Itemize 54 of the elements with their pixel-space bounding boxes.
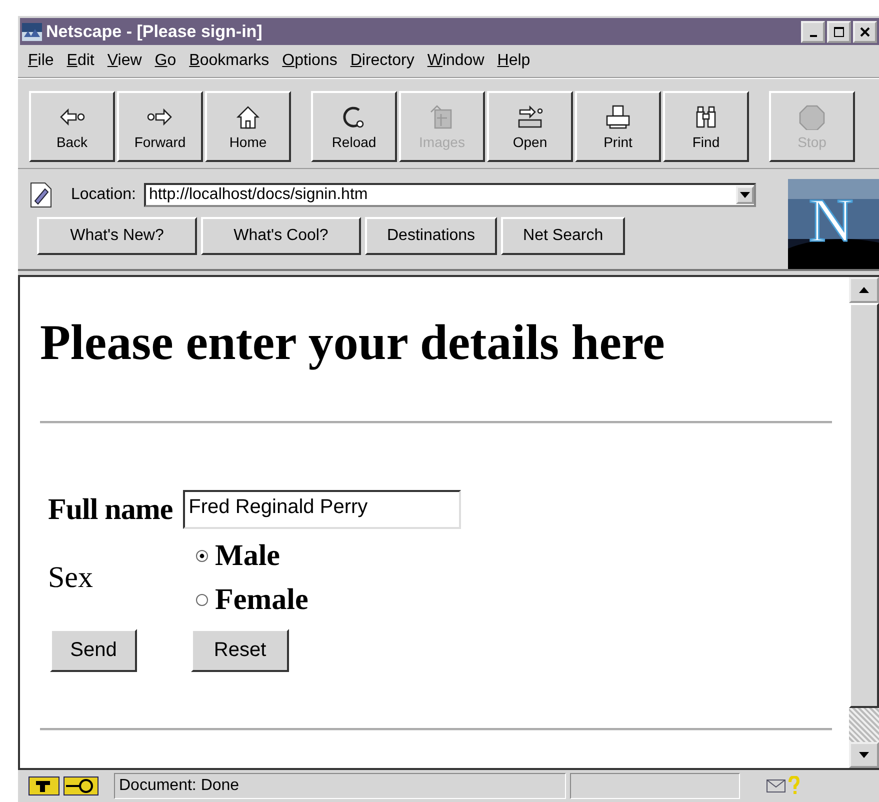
- menu-item[interactable]: Bookmarks: [185, 52, 278, 70]
- menu-item[interactable]: Go: [150, 52, 186, 70]
- field-label: Sex: [48, 561, 94, 595]
- menu-item[interactable]: Edit: [62, 52, 104, 70]
- app-icon: [22, 22, 42, 40]
- toolbar-button[interactable]: Reload: [311, 91, 397, 162]
- toolbar-button[interactable]: Open: [487, 91, 573, 162]
- page-heading: Please enter your details here: [40, 313, 666, 371]
- maximize-button[interactable]: [827, 20, 851, 42]
- location-field[interactable]: http://localhost/docs/signin.htm: [144, 183, 756, 207]
- menu-item[interactable]: Directory: [346, 52, 424, 70]
- menu-item[interactable]: Window: [423, 52, 494, 70]
- directory-button[interactable]: Net Search: [501, 217, 626, 255]
- radio-button[interactable]: [195, 593, 209, 607]
- close-button[interactable]: [853, 20, 877, 42]
- security-icon[interactable]: [28, 775, 100, 797]
- toolbar-button[interactable]: Back: [29, 91, 115, 162]
- toolbar-button[interactable]: Print: [575, 91, 661, 162]
- menu-item[interactable]: Options: [278, 52, 346, 70]
- scroll-thumb[interactable]: [849, 303, 879, 708]
- caret-icon: [740, 192, 750, 198]
- status-text: Document: Done: [114, 773, 566, 799]
- directory-button[interactable]: What's Cool?: [201, 217, 361, 255]
- maximize-icon: [833, 26, 845, 38]
- directory-button[interactable]: What's New?: [37, 217, 197, 255]
- close-icon: [859, 26, 871, 38]
- radio-label: Female: [215, 583, 308, 617]
- form-button[interactable]: Send: [50, 629, 137, 672]
- up-arrow-icon: [859, 287, 869, 293]
- toolbar-button[interactable]: Forward: [117, 91, 203, 162]
- name-field[interactable]: Fred Reginald Perry: [182, 490, 461, 529]
- field-label: Full name: [48, 492, 173, 526]
- location-label: Location:: [71, 186, 136, 204]
- logo: N: [788, 179, 879, 269]
- radio-label: Male: [215, 539, 280, 573]
- menu-item[interactable]: Help: [493, 52, 540, 70]
- minimize-icon: [810, 34, 816, 36]
- radio-button[interactable]: [195, 549, 209, 563]
- menu-item[interactable]: View: [103, 52, 151, 70]
- scroll-up-button[interactable]: [849, 277, 879, 303]
- toolbar-button[interactable]: Home: [205, 91, 291, 162]
- directory-button[interactable]: Destinations: [365, 217, 498, 255]
- minimize-button[interactable]: [801, 20, 825, 42]
- toolbar-button[interactable]: Find: [663, 91, 749, 162]
- menu-item[interactable]: File: [24, 52, 63, 70]
- scrollbar[interactable]: [849, 277, 879, 768]
- octagon-icon: [797, 104, 827, 130]
- mail-icon[interactable]: [766, 779, 786, 793]
- window-title: Netscape - [Please sign-in]: [46, 22, 264, 42]
- scroll-down-button[interactable]: [849, 742, 879, 768]
- bookmark-icon[interactable]: [29, 181, 53, 209]
- form-button[interactable]: Reset: [191, 629, 289, 672]
- down-arrow-icon: [859, 752, 869, 758]
- dropdown-button[interactable]: [736, 186, 754, 204]
